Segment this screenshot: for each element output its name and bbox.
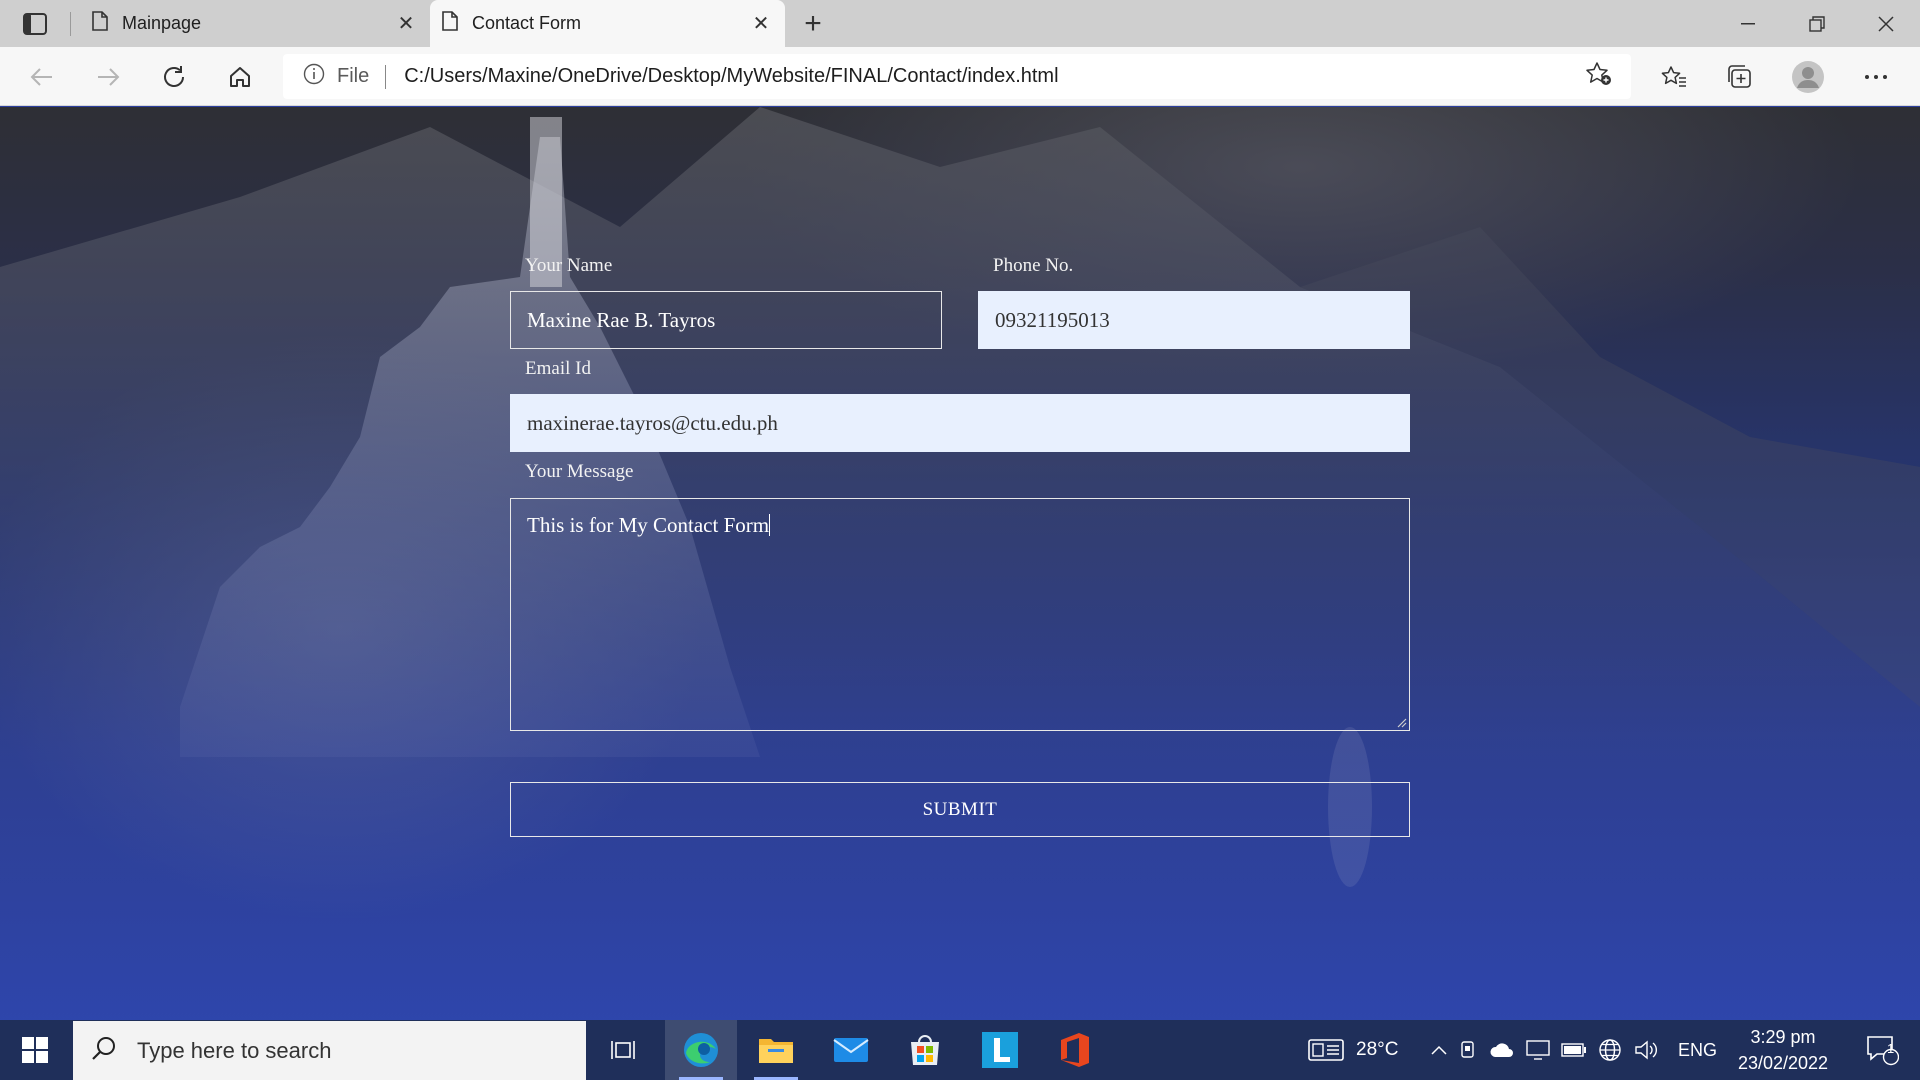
tab-separator [70, 12, 71, 36]
window-controls [1713, 0, 1920, 47]
minimize-icon[interactable] [1713, 0, 1782, 47]
chevron-up-icon[interactable] [1426, 1045, 1452, 1055]
windows-start-icon[interactable] [0, 1020, 70, 1080]
tab-mainpage[interactable]: Mainpage ✕ [80, 0, 430, 47]
email-label: Email Id [525, 358, 591, 379]
submit-button[interactable]: SUBMIT [510, 782, 1410, 837]
name-input[interactable]: Maxine Rae B. Tayros [510, 291, 942, 349]
back-arrow-icon[interactable] [24, 59, 60, 95]
restore-icon[interactable] [1782, 0, 1851, 47]
resize-grip-icon[interactable] [1395, 716, 1407, 728]
office-icon[interactable] [1039, 1020, 1111, 1080]
home-icon[interactable] [222, 59, 258, 95]
clock[interactable]: 3:29 pm 23/02/2022 [1730, 1024, 1836, 1076]
tab-title: Mainpage [122, 13, 202, 33]
forward-arrow-icon[interactable] [90, 59, 126, 95]
address-bar[interactable]: File C:/Users/Maxine/OneDrive/Desktop/My… [283, 54, 1631, 99]
tab-title: Contact Form [472, 13, 582, 33]
volume-icon[interactable] [1628, 1040, 1664, 1060]
clock-time: 3:29 pm [1750, 1027, 1816, 1047]
battery-icon[interactable] [1556, 1043, 1592, 1057]
page-icon [92, 11, 108, 36]
browser-tab-strip: Mainpage ✕ Contact Form ✕ + [0, 0, 1920, 47]
scheme-label: File [337, 65, 370, 87]
search-placeholder: Type here to search [137, 1037, 332, 1063]
file-explorer-icon[interactable] [740, 1020, 812, 1080]
address-separator [385, 64, 387, 89]
page-viewport: Your Name Maxine Rae B. Tayros Phone No.… [0, 107, 1920, 1020]
text-caret [769, 514, 771, 536]
tab-actions-icon[interactable] [18, 10, 52, 38]
close-window-icon[interactable] [1851, 0, 1920, 47]
info-icon[interactable] [303, 63, 325, 90]
add-favorite-icon[interactable] [1585, 61, 1613, 92]
search-icon [91, 1035, 117, 1066]
phone-input[interactable]: 09321195013 [978, 291, 1410, 349]
news-icon [1308, 1039, 1344, 1061]
phone-label: Phone No. [993, 255, 1074, 276]
language-indicator[interactable]: ENG [1678, 1040, 1717, 1061]
taskbar: Type here to search 28°C ENG 3:29 pm 23/… [0, 1020, 1920, 1080]
task-view-icon[interactable] [588, 1020, 660, 1080]
notification-center-icon[interactable]: 1 [1852, 1020, 1912, 1080]
weather-widget[interactable]: 28°C [1308, 1020, 1398, 1080]
edge-browser-icon[interactable] [665, 1020, 737, 1080]
network-globe-icon[interactable] [1592, 1038, 1628, 1062]
close-tab-icon[interactable]: ✕ [747, 10, 775, 38]
email-input[interactable]: maxinerae.tayros@ctu.edu.ph [510, 394, 1410, 452]
clock-date: 23/02/2022 [1737, 1053, 1829, 1073]
message-label: Your Message [525, 461, 634, 482]
message-text: This is for My Contact Form [527, 513, 770, 537]
close-tab-icon[interactable]: ✕ [392, 10, 420, 38]
message-textarea[interactable]: This is for My Contact Form [510, 498, 1410, 731]
favorites-icon[interactable] [1656, 59, 1692, 95]
microsoft-store-icon[interactable] [889, 1020, 961, 1080]
refresh-icon[interactable] [156, 59, 192, 95]
tab-contact-form[interactable]: Contact Form ✕ [430, 0, 785, 47]
new-tab-button[interactable]: + [797, 7, 829, 40]
system-tray: ENG [1426, 1020, 1717, 1080]
collections-icon[interactable] [1722, 59, 1758, 95]
notification-count: 1 [1887, 1041, 1895, 1056]
url-text[interactable]: C:/Users/Maxine/OneDrive/Desktop/MyWebsi… [404, 65, 1585, 88]
more-options-icon[interactable] [1858, 59, 1894, 95]
mail-icon[interactable] [815, 1020, 887, 1080]
name-label: Your Name [525, 255, 613, 276]
l-app-icon[interactable] [964, 1020, 1036, 1080]
onedrive-icon[interactable] [1484, 1041, 1520, 1059]
browser-toolbar: File C:/Users/Maxine/OneDrive/Desktop/My… [0, 47, 1920, 106]
meet-now-icon[interactable] [1452, 1040, 1484, 1060]
profile-avatar-icon[interactable] [1790, 59, 1826, 95]
taskbar-search-box[interactable]: Type here to search [73, 1021, 586, 1080]
display-icon[interactable] [1520, 1040, 1556, 1060]
page-icon [442, 11, 458, 36]
weather-temperature: 28°C [1356, 1039, 1399, 1060]
